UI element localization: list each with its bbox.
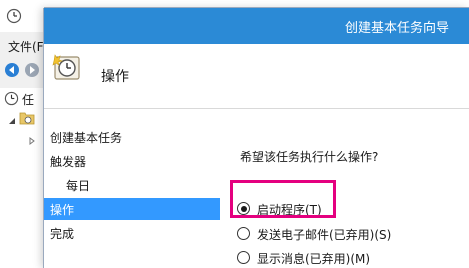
- step-label: 创建基本任务: [50, 131, 123, 145]
- clock-icon: [4, 91, 19, 109]
- option-label: 发送电子邮件(已弃用)(S): [257, 228, 392, 242]
- radio-button[interactable]: [237, 227, 250, 240]
- step-action[interactable]: 操作: [44, 198, 220, 220]
- wizard-window-title: 创建基本任务向导: [344, 21, 449, 36]
- wizard-header: 操作: [44, 44, 469, 109]
- folder-icon: [19, 111, 35, 128]
- menu-file[interactable]: 文件(F: [8, 38, 44, 55]
- step-finish[interactable]: 完成: [44, 222, 220, 244]
- highlight-annotation: [230, 180, 336, 218]
- tree-item-label: 任: [22, 93, 35, 107]
- step-label: 每日: [66, 179, 91, 193]
- clock-icon: [6, 8, 22, 27]
- triangle-collapsed-icon[interactable]: [28, 134, 36, 148]
- wizard-step-title: 操作: [101, 69, 129, 85]
- action-prompt: 希望该任务执行什么操作?: [240, 150, 379, 164]
- wizard-step-list: 创建基本任务 触发器 每日 操作 完成: [44, 126, 222, 268]
- create-basic-task-wizard: 创建基本任务向导 操作 创建基本任务 触发器 每日 操作 完成 希望该任务执行什…: [44, 8, 469, 268]
- step-label: 完成: [50, 227, 75, 241]
- wizard-titlebar[interactable]: 创建基本任务向导: [44, 8, 469, 44]
- toolbar: [0, 58, 50, 84]
- option-label: 显示消息(已弃用)(M): [257, 252, 371, 266]
- step-daily[interactable]: 每日: [44, 174, 220, 196]
- step-trigger[interactable]: 触发器: [44, 150, 220, 172]
- step-create-basic-task[interactable]: 创建基本任务: [44, 126, 220, 148]
- step-label: 操作: [50, 203, 75, 217]
- back-arrow-icon[interactable]: [4, 62, 20, 78]
- forward-arrow-icon[interactable]: [24, 62, 40, 78]
- task-clock-icon: [52, 52, 84, 87]
- radio-button[interactable]: [237, 251, 250, 264]
- triangle-expand-icon[interactable]: [8, 114, 16, 128]
- step-label: 触发器: [50, 155, 87, 169]
- navigation-tree: 任: [0, 88, 50, 268]
